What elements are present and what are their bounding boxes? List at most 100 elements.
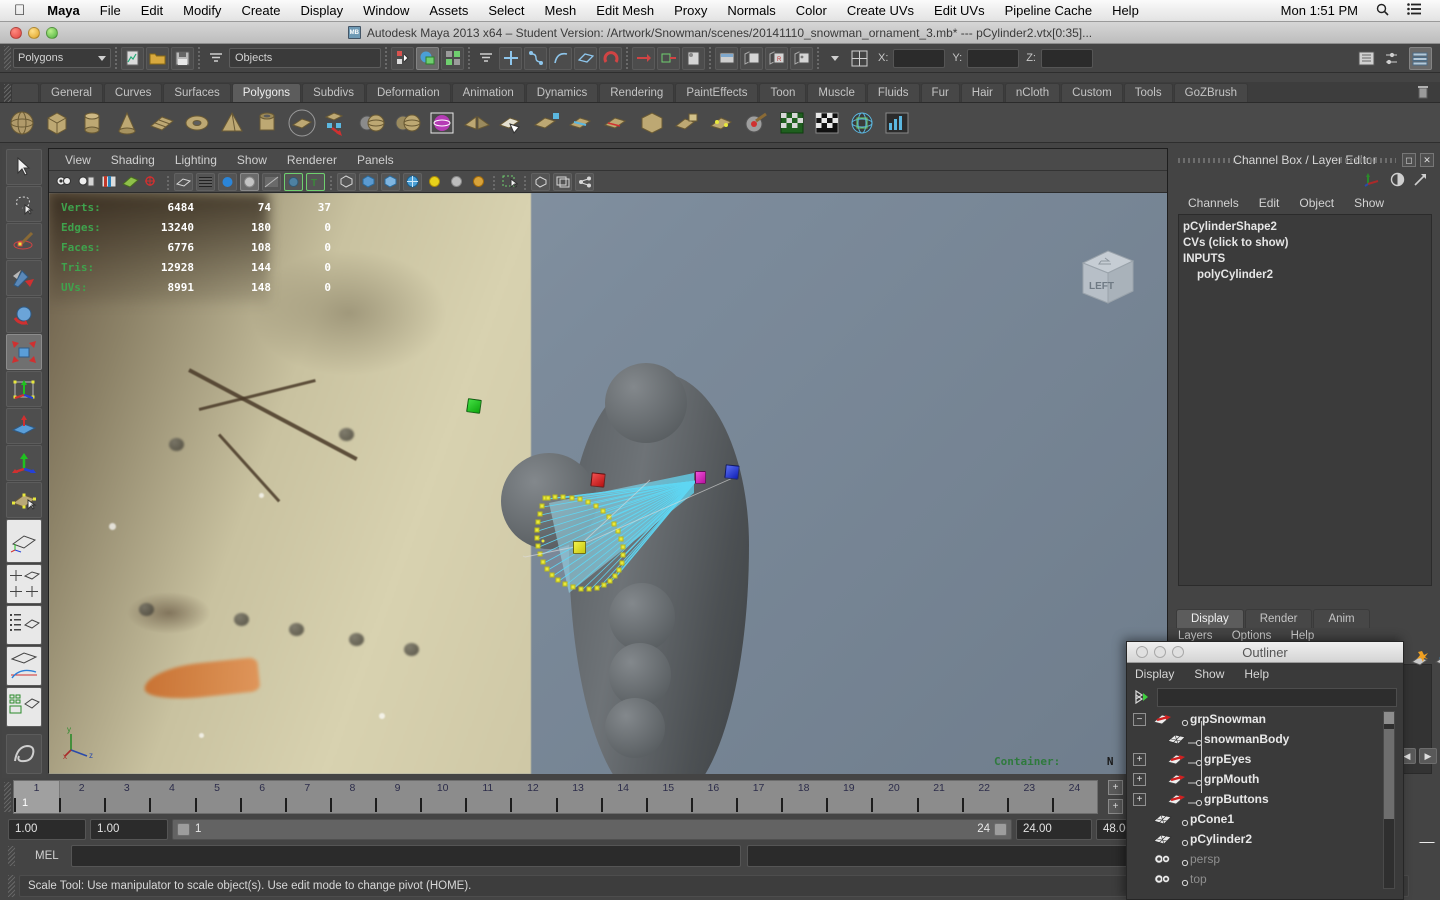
shelf-tab-gozbrush[interactable]: GoZBrush: [1173, 83, 1249, 102]
render-settings-icon[interactable]: [740, 46, 763, 70]
scroll-up-icon[interactable]: [1384, 712, 1394, 724]
scale-handle-z-blue[interactable]: [724, 464, 740, 480]
show-manipulator-tool[interactable]: [6, 445, 42, 481]
y-input[interactable]: [967, 48, 1020, 68]
panel-grip[interactable]: [1340, 158, 1396, 163]
move-tool[interactable]: [6, 260, 42, 296]
shelf-tab-rendering[interactable]: Rendering: [599, 83, 675, 102]
shelf-tab-ncloth[interactable]: nCloth: [1004, 83, 1061, 102]
selection-mask-menu-icon[interactable]: [204, 47, 227, 70]
new-layer-icon[interactable]: [1410, 650, 1430, 671]
split-polygon-icon[interactable]: [531, 107, 563, 139]
uv-editor-icon[interactable]: [846, 107, 878, 139]
poly-torus-icon[interactable]: [181, 107, 213, 139]
animation-start-time-field[interactable]: 1.00: [8, 818, 86, 840]
isolate-select-icon[interactable]: [337, 172, 356, 191]
light-grey-icon[interactable]: [447, 173, 466, 191]
mel-command-input[interactable]: [71, 845, 741, 867]
outliner-item[interactable]: − grpSnowman: [1129, 709, 1397, 729]
select-by-hierarchy-icon[interactable]: [391, 46, 414, 70]
range-left-grip[interactable]: [177, 822, 190, 836]
os-menu-item-create[interactable]: Create: [231, 3, 290, 18]
expand-icon[interactable]: +: [1133, 792, 1146, 806]
timeline-track[interactable]: 1 1 2 3 4 5 6 7 8 9 10 11 12 13 14 15 16 17 18 19 20 21 22 23 2…: [13, 780, 1098, 814]
os-menu-item-file[interactable]: File: [90, 3, 131, 18]
trash-icon[interactable]: [1416, 84, 1440, 102]
xray-icon[interactable]: [284, 172, 303, 191]
poly-primitives-menu-icon[interactable]: [286, 107, 318, 139]
universal-manipulator-tool[interactable]: [6, 371, 42, 407]
outliner-scroll-thumb[interactable]: [1384, 729, 1394, 819]
shelf-tab-fur[interactable]: Fur: [920, 83, 960, 102]
append-to-polygon-icon[interactable]: [496, 107, 528, 139]
select-camera-icon[interactable]: [55, 173, 74, 191]
os-menu-item-maya[interactable]: Maya: [37, 3, 90, 18]
close-window-icon[interactable]: ✕: [1420, 153, 1434, 167]
light-yellow-icon[interactable]: [425, 173, 444, 191]
shelf-grip[interactable]: [4, 84, 11, 102]
snap-to-view-planes-icon[interactable]: [599, 46, 622, 70]
image-plane-icon[interactable]: [121, 173, 140, 191]
os-menu-item-color[interactable]: Color: [786, 3, 837, 18]
expand-icon[interactable]: +: [1133, 752, 1146, 766]
render-batch-icon[interactable]: [790, 46, 813, 70]
four-view-layout[interactable]: [6, 564, 42, 604]
light-orange-icon[interactable]: [469, 173, 488, 191]
toggle-channel-box-icon[interactable]: [1409, 46, 1432, 70]
smooth-proxy-icon[interactable]: [426, 107, 458, 139]
z-input[interactable]: [1040, 48, 1093, 68]
tab-render[interactable]: Render: [1244, 609, 1313, 628]
tab-anim[interactable]: Anim: [1313, 609, 1370, 628]
high-quality-render-icon[interactable]: [403, 172, 422, 191]
outliner-filter-icon[interactable]: [1133, 688, 1153, 706]
apple-icon[interactable]: : [0, 3, 37, 18]
outliner-item[interactable]: + grpMouth: [1129, 769, 1397, 789]
poly-pipe-icon[interactable]: [251, 107, 283, 139]
contrast-icon[interactable]: [1390, 172, 1405, 190]
shelf-tab-curves[interactable]: Curves: [103, 83, 163, 102]
hardware-texturing-icon[interactable]: [218, 172, 237, 191]
channel-row-polycylinder[interactable]: polyCylinder2: [1183, 267, 1431, 283]
expand-arrow-icon[interactable]: [1413, 172, 1428, 190]
exposure-icon[interactable]: [500, 173, 519, 191]
outliner-item[interactable]: persp: [1129, 849, 1397, 869]
boolean-difference-icon[interactable]: [391, 107, 423, 139]
outliner-window[interactable]: Outliner Display Show Help − grpSnowman sn…: [1126, 641, 1404, 900]
open-scene-icon[interactable]: [146, 46, 169, 70]
single-perspective-layout[interactable]: [6, 519, 42, 563]
axis-display-icon[interactable]: [1364, 172, 1382, 190]
scale-handle-center-magenta[interactable]: [695, 471, 706, 484]
shelf-tab-surfaces[interactable]: Surfaces: [163, 83, 231, 102]
scale-handle-x-red[interactable]: [590, 472, 606, 488]
grid-icon[interactable]: [359, 172, 378, 191]
construction-history-on-icon[interactable]: [632, 46, 655, 70]
os-menu-item-proxy[interactable]: Proxy: [664, 3, 717, 18]
shadows-icon[interactable]: [262, 172, 281, 191]
os-menu-item-edit[interactable]: Edit: [131, 3, 173, 18]
select-tool[interactable]: [6, 149, 42, 185]
isolate-icon[interactable]: [531, 172, 550, 191]
extrude-icon[interactable]: [671, 107, 703, 139]
playback-end-time-field[interactable]: 24.00: [1016, 818, 1092, 840]
list-icon[interactable]: [1398, 3, 1430, 18]
restore-window-icon[interactable]: ◻: [1402, 153, 1416, 167]
range-control[interactable]: 1 24: [172, 818, 1012, 840]
outliner-item[interactable]: pCone1: [1129, 809, 1397, 829]
statusline-grip[interactable]: [4, 46, 11, 70]
os-menu-item-create-uvs[interactable]: Create UVs: [837, 3, 924, 18]
os-menu-item-modify[interactable]: Modify: [173, 3, 231, 18]
bevel-icon[interactable]: [636, 107, 668, 139]
os-menu-item-help[interactable]: Help: [1102, 3, 1149, 18]
outliner-item[interactable]: snowmanBody: [1129, 729, 1397, 749]
paint-select-tool[interactable]: [6, 223, 42, 259]
add-layer-icon[interactable]: +: [1108, 799, 1123, 814]
2d-pan-zoom-icon[interactable]: [143, 173, 162, 191]
shelf-tab-hair[interactable]: Hair: [960, 83, 1004, 102]
new-layer-from-selected-icon[interactable]: [1434, 650, 1440, 671]
outliner-persp-layout[interactable]: [6, 605, 42, 645]
outliner-tree[interactable]: − grpSnowman snowmanBody + grpEyes + grpMouth +…: [1129, 709, 1397, 892]
os-menu-item-edit-mesh[interactable]: Edit Mesh: [586, 3, 664, 18]
checker-texture-icon[interactable]: [811, 107, 843, 139]
channel-menu-channels[interactable]: Channels: [1178, 196, 1249, 210]
tab-display[interactable]: Display: [1176, 609, 1244, 628]
